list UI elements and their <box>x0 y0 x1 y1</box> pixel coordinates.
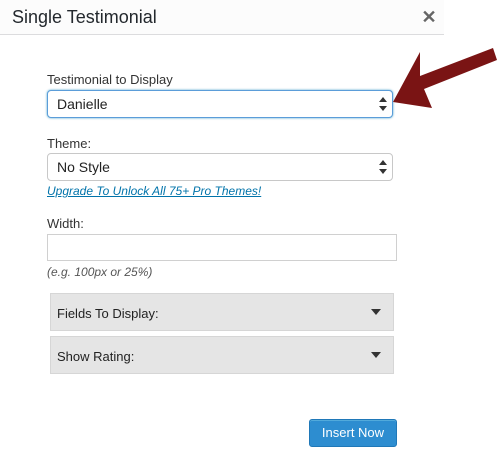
dialog-titlebar: Single Testimonial ✕ <box>0 0 444 35</box>
fields-to-display-label: Fields To Display: <box>57 306 159 321</box>
updown-arrows-icon <box>379 160 387 174</box>
dialog-title: Single Testimonial <box>12 7 157 27</box>
pointer-arrow-icon <box>393 48 497 108</box>
single-testimonial-dialog: Single Testimonial ✕ Testimonial to Disp… <box>0 0 444 472</box>
width-input[interactable] <box>47 234 397 261</box>
close-icon[interactable]: ✕ <box>418 6 440 28</box>
caret-down-icon <box>371 352 381 358</box>
testimonial-select[interactable]: Danielle <box>47 90 393 118</box>
width-hint: (e.g. 100px or 25%) <box>47 265 153 279</box>
insert-now-button[interactable]: Insert Now <box>309 419 397 447</box>
theme-select-value: No Style <box>57 159 110 175</box>
width-label: Width: <box>47 216 84 231</box>
fields-to-display-accordion[interactable]: Fields To Display: <box>50 293 394 331</box>
theme-label: Theme: <box>47 136 92 151</box>
testimonial-label: Testimonial to Display <box>47 72 173 87</box>
testimonial-select-value: Danielle <box>57 96 108 112</box>
show-rating-accordion[interactable]: Show Rating: <box>50 336 394 374</box>
theme-select[interactable]: No Style <box>47 153 393 181</box>
upgrade-pro-themes-link[interactable]: Upgrade To Unlock All 75+ Pro Themes! <box>47 184 261 198</box>
caret-down-icon <box>371 309 381 315</box>
show-rating-label: Show Rating: <box>57 349 135 364</box>
